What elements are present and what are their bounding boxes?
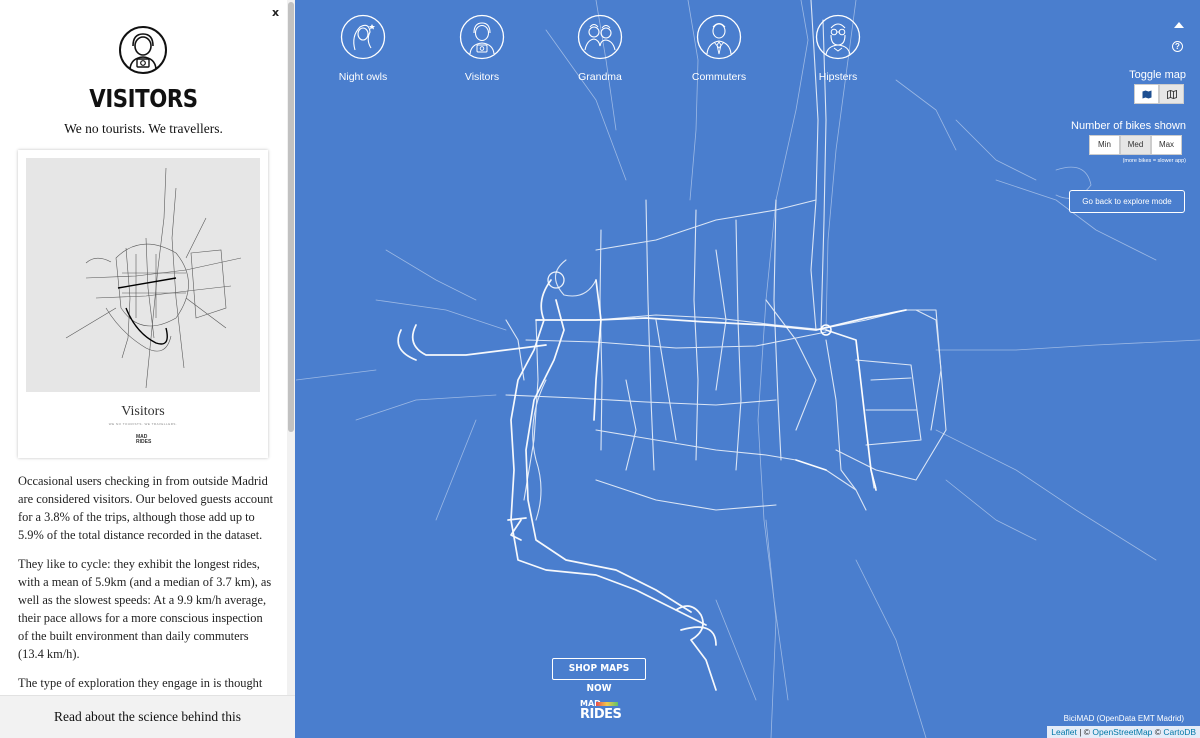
poster-preview[interactable]: Visitors WE NO TOURISTS. WE TRAVELLERS. … xyxy=(18,150,268,458)
poster-logo-line2: RIDES xyxy=(136,439,152,445)
close-sidebar-button[interactable]: x xyxy=(272,6,279,19)
osm-link[interactable]: OpenStreetMap xyxy=(1092,727,1152,737)
hipster-icon xyxy=(815,14,861,60)
bikes-med-button[interactable]: Med xyxy=(1120,135,1151,155)
sidebar: x VISITORS We no tourists. We travellers… xyxy=(0,0,295,738)
bikes-note: (more bikes = slower app) xyxy=(1122,158,1186,164)
scrollbar-thumb[interactable] xyxy=(288,2,294,432)
bikes-max-button[interactable]: Max xyxy=(1151,135,1182,155)
persona-label: Grandma xyxy=(578,71,622,83)
attribution-separator: © xyxy=(1152,727,1164,737)
persona-description: Occasional users checking in from outsid… xyxy=(18,472,273,694)
poster-title: Visitors xyxy=(121,404,165,419)
cartodb-link[interactable]: CartoDB xyxy=(1163,727,1196,737)
map-view[interactable]: Night owls Visitors Grandma Commuters Hi… xyxy=(296,0,1200,738)
map-folded-icon xyxy=(1166,89,1177,99)
shop-maps-button[interactable]: SHOP MAPS NOW xyxy=(552,658,646,694)
persona-commuters[interactable]: Commuters xyxy=(679,14,759,84)
persona-label: Visitors xyxy=(464,71,500,83)
data-attribution: BiciMAD (OpenData EMT Madrid) xyxy=(1063,714,1184,723)
persona-hipsters[interactable]: Hipsters xyxy=(798,14,878,84)
persona-label: Commuters xyxy=(691,71,747,83)
map-toggle-button[interactable] xyxy=(1134,84,1159,104)
description-paragraph: They like to cycle: they exhibit the lon… xyxy=(18,557,272,661)
collapse-arrow-icon[interactable] xyxy=(1174,22,1184,28)
persona-label: Hipsters xyxy=(818,71,858,83)
night-owl-icon xyxy=(340,14,386,60)
help-icon[interactable]: ? xyxy=(1172,41,1183,52)
madrides-logo: MAD RIDES xyxy=(580,700,622,722)
bikes-shown-label: Number of bikes shown xyxy=(1071,120,1186,132)
attribution-separator: | © xyxy=(1076,727,1093,737)
map-folded-toggle-button[interactable] xyxy=(1159,84,1184,104)
sidebar-scrollbar[interactable] xyxy=(287,0,295,695)
grandma-icon xyxy=(577,14,623,60)
bikes-shown-group: Min Med Max xyxy=(1089,135,1182,155)
visitor-camera-icon xyxy=(118,25,168,75)
toggle-map-label: Toggle map xyxy=(1129,69,1186,81)
shop-maps-label: SHOP MAPS NOW xyxy=(568,663,630,694)
poster-map-image xyxy=(26,158,260,392)
bike-routes-map xyxy=(296,0,1200,738)
logo-stripe xyxy=(596,702,618,706)
poster-logo: MAD RIDES xyxy=(136,435,151,445)
science-link[interactable]: Read about the science behind this xyxy=(0,695,295,738)
leaflet-link[interactable]: Leaflet xyxy=(1051,727,1077,737)
map-attribution-bar: Leaflet | © OpenStreetMap © CartoDB xyxy=(1047,726,1200,738)
explore-mode-button[interactable]: Go back to explore mode xyxy=(1069,190,1185,213)
description-paragraph: Occasional users checking in from outsid… xyxy=(18,474,273,542)
persona-night-owls[interactable]: Night owls xyxy=(323,14,403,84)
commuter-icon xyxy=(696,14,742,60)
visitor-icon xyxy=(459,14,505,60)
logo-line2: RIDES xyxy=(580,707,622,722)
toggle-map-group xyxy=(1134,84,1184,104)
bikes-min-button[interactable]: Min xyxy=(1089,135,1120,155)
persona-label: Night owls xyxy=(338,71,388,83)
persona-grandma[interactable]: Grandma xyxy=(560,14,640,84)
poster-subtitle: WE NO TOURISTS. WE TRAVELLERS. xyxy=(108,422,178,426)
persona-visitors[interactable]: Visitors xyxy=(442,14,522,84)
map-icon xyxy=(1142,90,1151,98)
persona-title: VISITORS xyxy=(89,84,198,113)
description-paragraph: The type of exploration they engage in i… xyxy=(18,676,263,690)
persona-tagline: We no tourists. We travellers. xyxy=(64,121,223,136)
